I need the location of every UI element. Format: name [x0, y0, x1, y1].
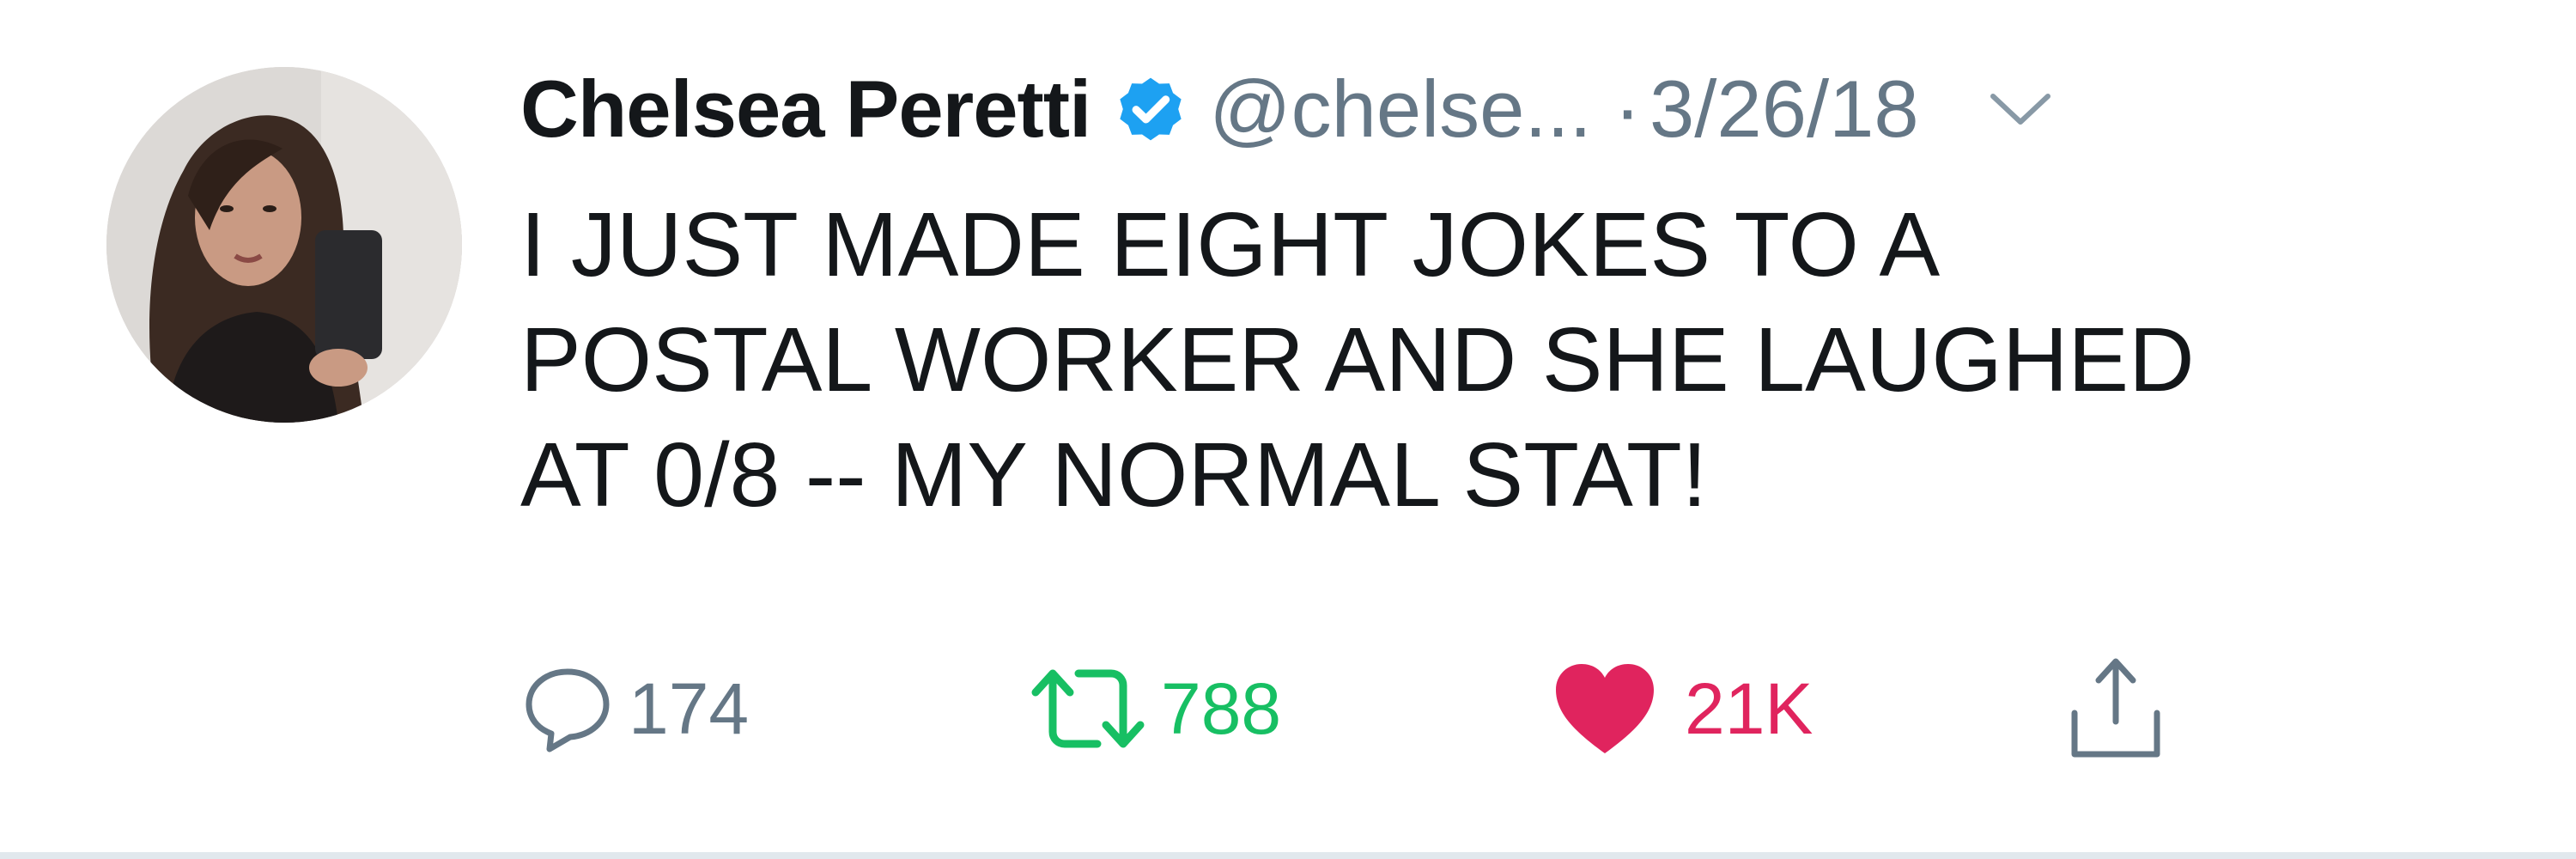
reply-icon [520, 661, 615, 756]
tweet-date[interactable]: 3/26/18 [1649, 63, 1919, 155]
retweet-button[interactable]: 788 [1024, 653, 1281, 765]
separator-dot: · [1613, 64, 1642, 154]
tweet-text-line: AT 0/8 -- MY NORMAL STAT! [520, 424, 1708, 526]
reply-button[interactable]: 174 [520, 653, 749, 765]
share-button[interactable] [2064, 653, 2167, 765]
avatar-photo [106, 67, 462, 423]
like-count: 21K [1685, 667, 1814, 749]
avatar[interactable] [106, 67, 462, 423]
author-display-name[interactable]: Chelsea Peretti [520, 63, 1091, 155]
like-button[interactable]: 21K [1551, 653, 1813, 765]
retweet-count: 788 [1161, 667, 1282, 749]
reply-count: 174 [629, 667, 750, 749]
retweet-icon [1024, 661, 1152, 756]
tweet-actions: 174 788 21K [520, 653, 2495, 765]
chevron-down-icon[interactable] [1988, 89, 2053, 129]
share-icon [2064, 653, 2167, 765]
tweet-text-line: I JUST MADE EIGHT JOKES TO A [520, 194, 1941, 295]
heart-icon [1551, 659, 1659, 758]
divider [0, 852, 2576, 859]
tweet-header: Chelsea Peretti @chelse... · 3/26/18 [520, 53, 2053, 165]
author-handle[interactable]: @chelse... [1209, 63, 1592, 155]
tweet-text: I JUST MADE EIGHT JOKES TO A POSTAL WORK… [520, 187, 2495, 533]
tweet-card[interactable]: Chelsea Peretti @chelse... · 3/26/18 I J… [0, 0, 2576, 859]
verified-badge-icon [1111, 70, 1190, 149]
tweet-text-line: POSTAL WORKER AND SHE LAUGHED [520, 309, 2195, 411]
